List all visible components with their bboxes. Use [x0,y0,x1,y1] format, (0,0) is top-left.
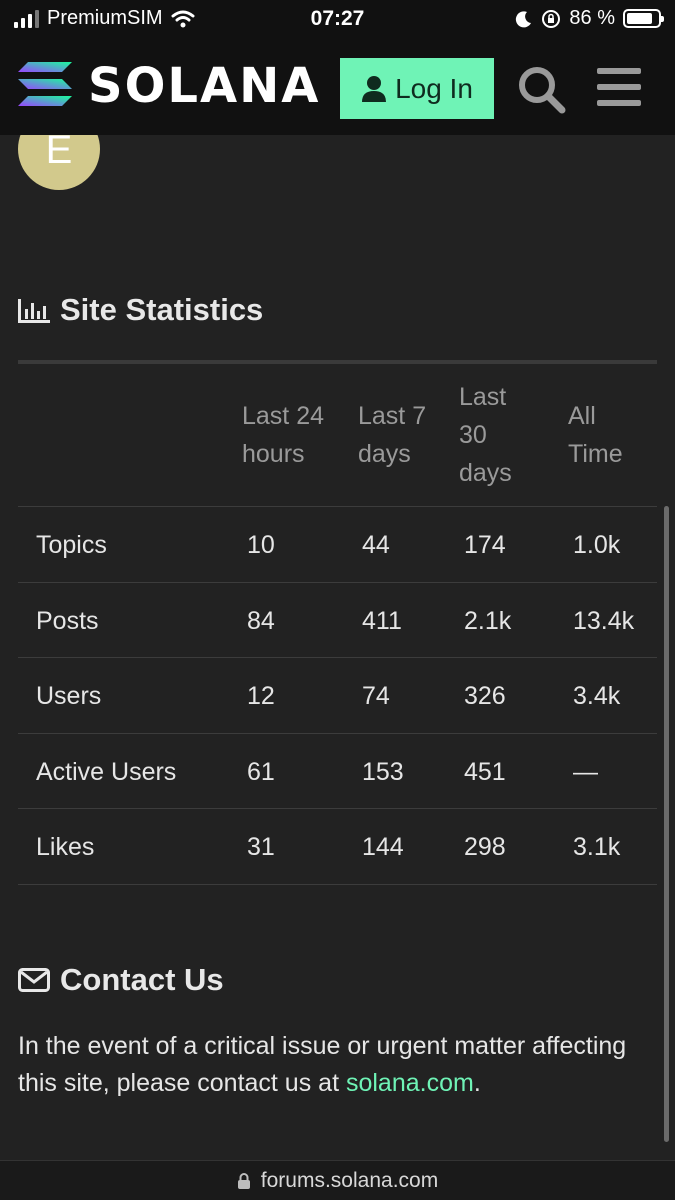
column-header-line: Time [568,440,623,468]
contact-trailing: . [473,1069,481,1097]
cell-value: — [573,758,598,786]
cell-value: 61 [247,758,275,786]
url-bar[interactable]: forums.solana.com [0,1160,675,1200]
column-header-7d: Last 7 days [358,397,426,473]
cell-value: 3.4k [573,682,621,710]
site-header: SOLANA Log In [0,38,675,135]
brand-wordmark[interactable]: SOLANA [88,58,320,114]
column-header-line: 30 [459,421,487,449]
contact-us-heading: Contact Us [18,962,224,998]
contact-body: In the event of a critical issue or urge… [18,1032,627,1097]
cell-value: 411 [362,607,402,635]
cell-value: 174 [464,531,506,559]
column-header-line: hours [242,440,305,468]
column-header-line: All [568,402,596,430]
row-label: Users [36,682,102,710]
battery-icon [623,9,664,28]
moon-icon [516,10,532,27]
site-statistics-title: Site Statistics [60,292,264,327]
row-label: Likes [36,833,95,861]
column-header-line: Last 24 [242,402,325,430]
cell-value: 326 [464,682,506,710]
orientation-lock-icon [542,9,561,28]
row-label: Posts [36,607,99,635]
user-icon [362,75,387,102]
cell-value: 12 [247,682,275,710]
cell-value: 2.1k [464,607,512,635]
contact-text: In the event of a critical issue or urge… [18,1028,648,1102]
cell-value: 84 [247,607,275,635]
cell-value: 1.0k [573,531,621,559]
row-label: Active Users [36,758,177,786]
login-label: Log In [395,72,473,104]
battery-percent: 86 % [569,7,615,29]
cell-value: 31 [247,833,275,861]
status-bar: PremiumSIM 07:27 86 % [0,0,675,38]
table-row: Likes 31 144 298 3.1k [18,808,657,884]
column-header-24h: Last 24 hours [242,397,324,473]
lock-icon [237,1172,250,1189]
contact-link[interactable]: solana.com [346,1069,474,1097]
cell-value: 13.4k [573,607,635,635]
table-row: Posts 84 411 2.1k 13.4k [18,582,657,658]
status-bar-right: 86 % [515,7,664,30]
bar-chart-icon [18,299,50,323]
cell-value: 451 [464,758,506,786]
search-icon[interactable] [516,64,566,114]
row-label: Topics [36,531,107,559]
divider [18,884,657,885]
cell-value: 153 [362,758,404,786]
contact-us-title: Contact Us [60,962,224,997]
cell-value: 74 [362,682,390,710]
column-header-30d: Last 30 days [459,378,512,492]
cell-value: 44 [362,531,390,559]
column-header-all-time: All Time [568,397,623,473]
table-row: Active Users 61 153 451 — [18,733,657,809]
column-header-line: days [358,440,411,468]
solana-logo-icon[interactable] [18,60,72,108]
hamburger-menu-icon[interactable] [597,68,641,108]
cell-value: 144 [362,833,404,861]
divider [18,360,657,364]
cell-value: 3.1k [573,833,621,861]
column-header-line: Last 7 [358,402,427,430]
envelope-icon [18,968,50,992]
login-button[interactable]: Log In [340,58,494,119]
table-row: Topics 10 44 174 1.0k [18,506,657,582]
cell-value: 298 [464,833,506,861]
column-header-line: Last [459,383,507,411]
cell-value: 10 [247,531,275,559]
table-row: Users 12 74 326 3.4k [18,657,657,733]
site-statistics-heading: Site Statistics [18,292,263,328]
scrollbar[interactable] [664,506,669,1142]
column-header-line: days [459,459,512,487]
url-text: forums.solana.com [260,1168,439,1192]
